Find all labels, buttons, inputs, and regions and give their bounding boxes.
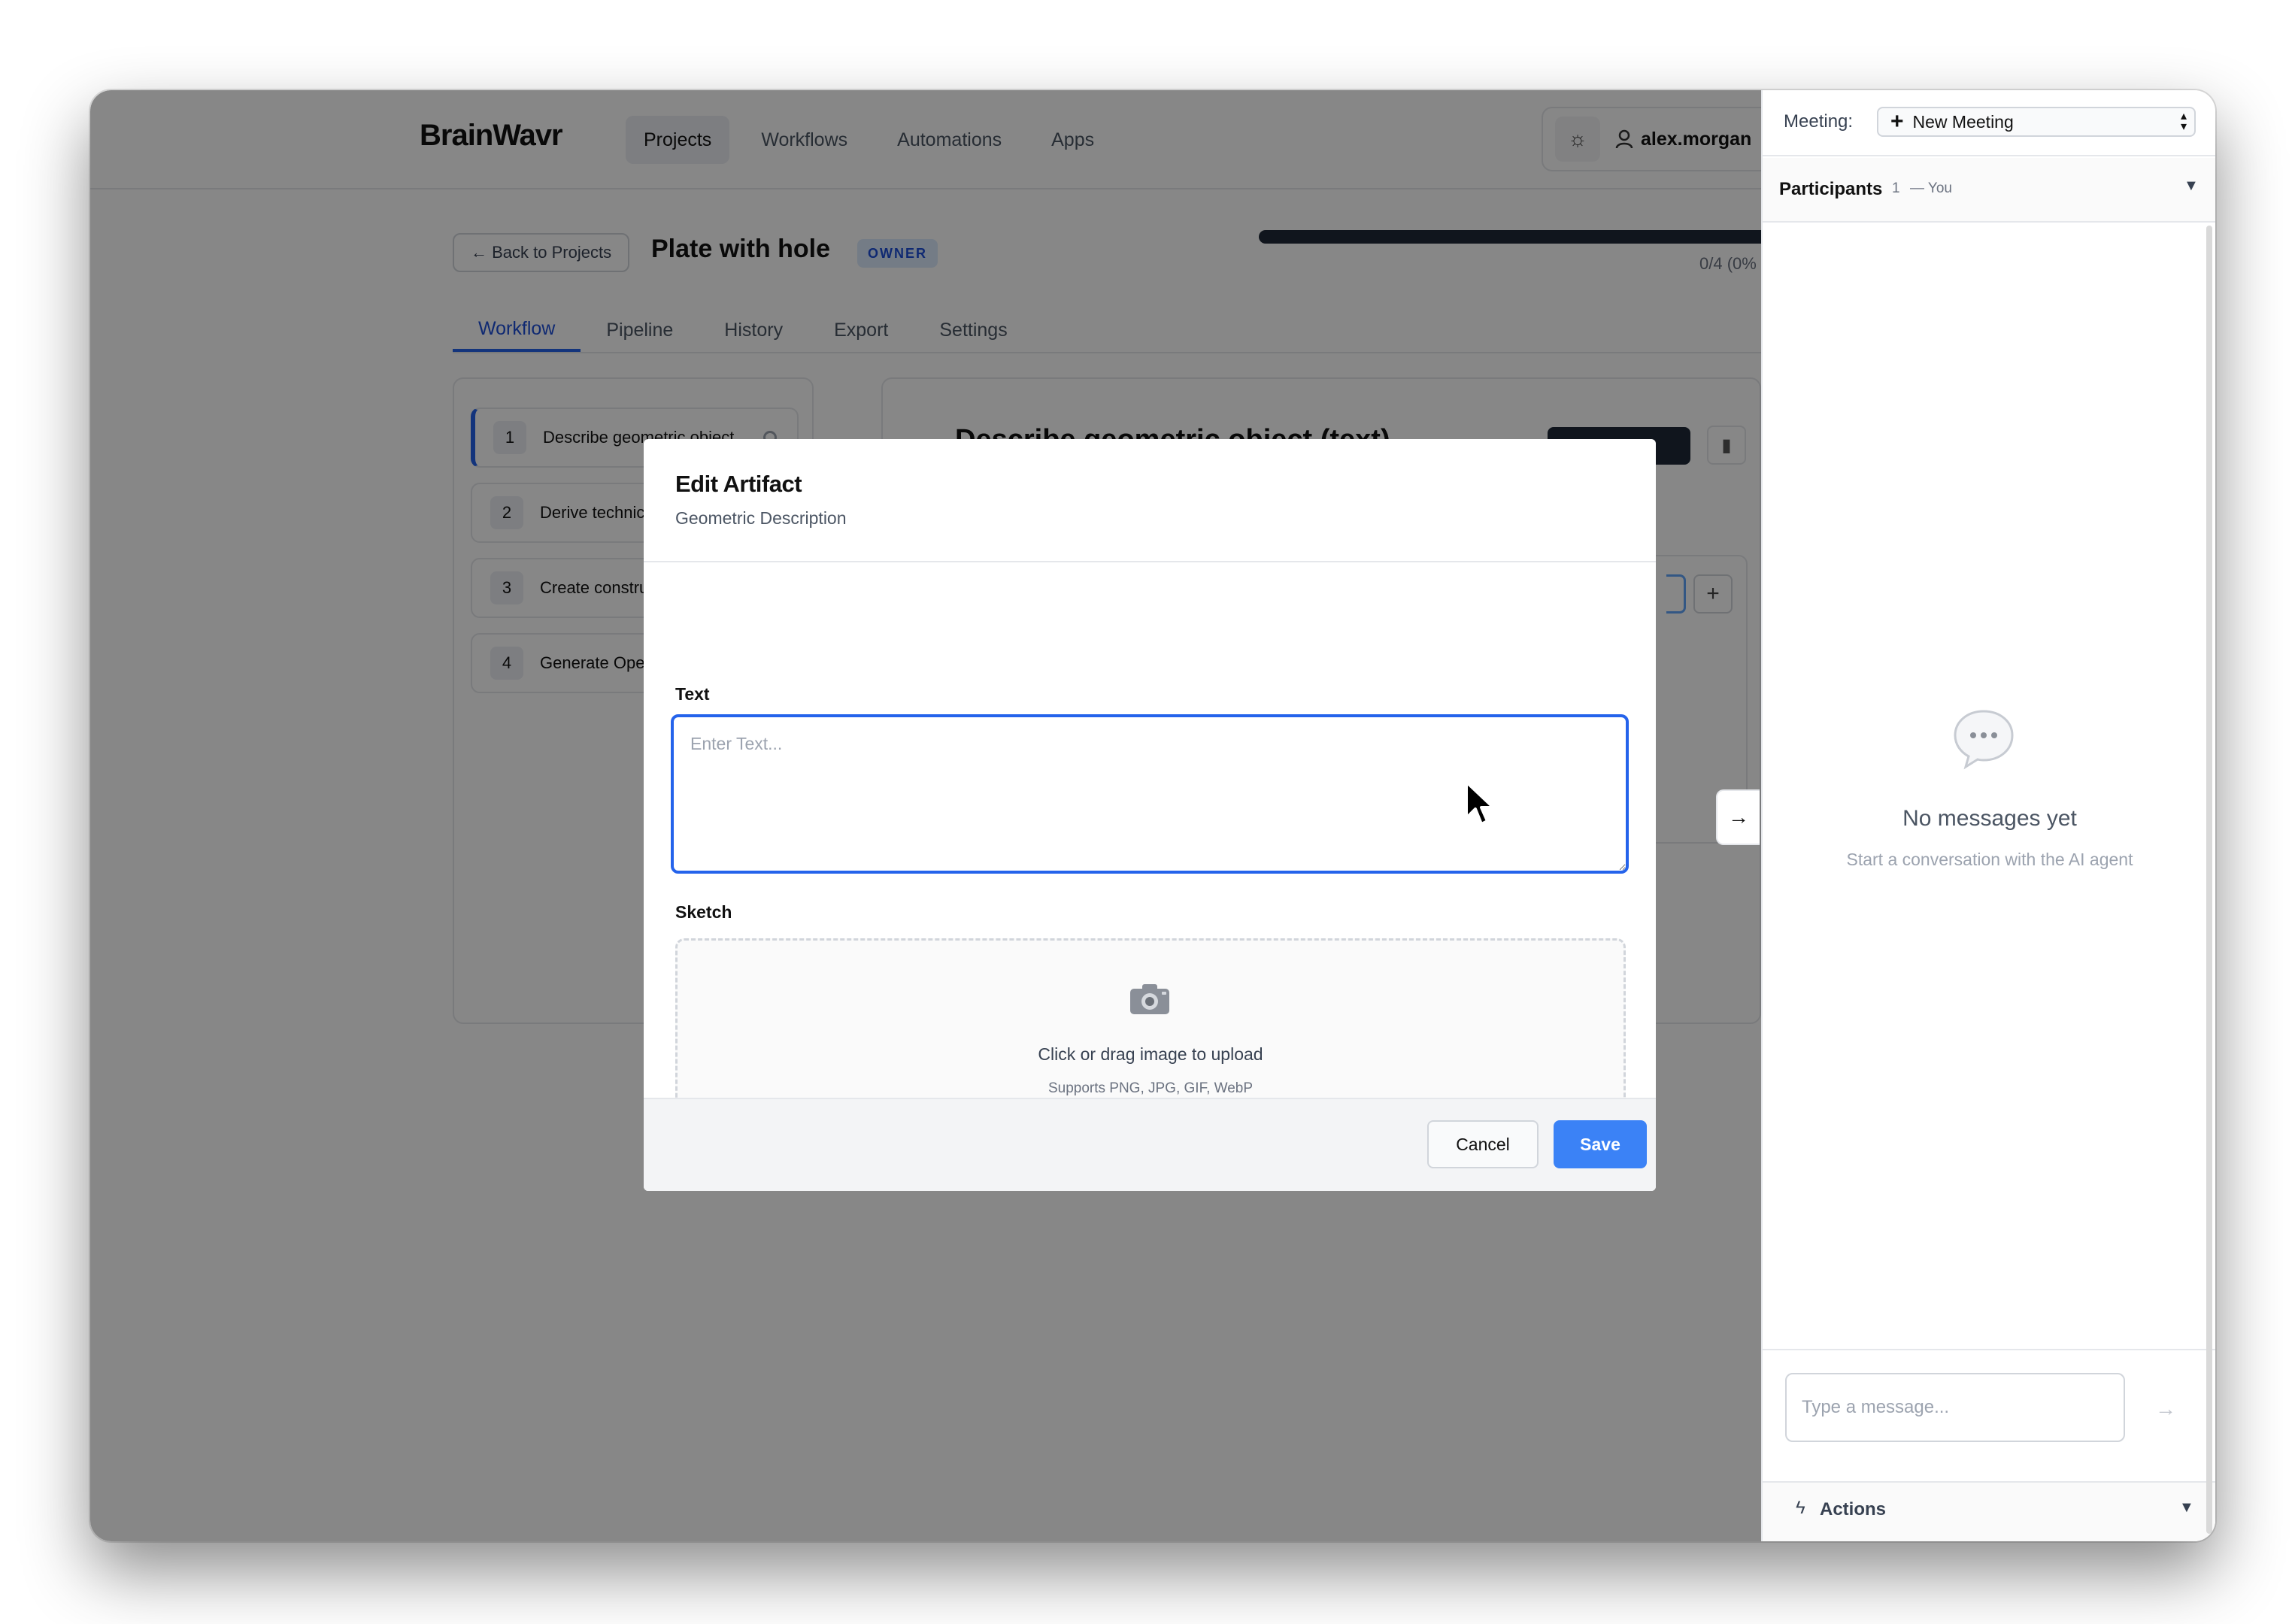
meeting-selected-value: New Meeting xyxy=(1912,111,2014,132)
meeting-select[interactable]: + New Meeting ▴ ▾ xyxy=(1877,107,2196,137)
lightning-icon: ϟ xyxy=(1796,1498,1805,1518)
composer-divider xyxy=(1763,1349,2215,1350)
main-app: BrainWavr Projects Workflows Automations… xyxy=(90,90,1790,1541)
dialog-title: Edit Artifact xyxy=(675,471,802,497)
mouse-cursor-icon xyxy=(1465,780,1495,826)
participants-count: 1 xyxy=(1892,180,1900,196)
actions-header[interactable]: ϟ Actions ▼ xyxy=(1763,1481,2215,1541)
upload-instructions: Click or drag image to upload xyxy=(1038,1044,1263,1064)
select-arrows-icon: ▴ ▾ xyxy=(2180,110,2187,133)
send-button[interactable]: → xyxy=(2148,1391,2184,1427)
dialog-subtitle: Geometric Description xyxy=(675,508,847,528)
meeting-label: Meeting: xyxy=(1784,111,1854,132)
chat-bubble-icon xyxy=(1954,710,2014,770)
empty-state-subtitle: Start a conversation with the AI agent xyxy=(1846,850,2133,869)
message-input[interactable] xyxy=(1785,1373,2125,1442)
edit-artifact-dialog: Edit Artifact Geometric Description Text… xyxy=(644,439,1656,1191)
dialog-divider xyxy=(644,561,1656,562)
meeting-selector-row: Meeting: + New Meeting ▴ ▾ xyxy=(1763,90,2215,156)
chevron-down-icon[interactable]: ▼ xyxy=(2179,1499,2194,1516)
upload-supported-formats: Supports PNG, JPG, GIF, WebP xyxy=(1047,1080,1254,1096)
participants-header[interactable]: Participants 1 — You ▼ xyxy=(1763,158,2215,223)
camera-icon xyxy=(1130,984,1169,1014)
text-field-label: Text xyxy=(675,684,710,704)
save-button[interactable]: Save xyxy=(1554,1120,1647,1168)
dialog-footer: Cancel Save xyxy=(644,1098,1656,1191)
chevron-down-icon[interactable]: ▼ xyxy=(2184,177,2199,195)
cancel-button[interactable]: Cancel xyxy=(1427,1120,1539,1168)
sketch-field-label: Sketch xyxy=(675,902,732,922)
ai-chat-sidebar: Meeting: + New Meeting ▴ ▾ Participants 1… xyxy=(1761,90,2215,1541)
plus-icon: + xyxy=(1890,109,1904,134)
send-arrow-icon: → xyxy=(2155,1397,2176,1420)
empty-state-title: No messages yet xyxy=(1902,806,2077,831)
actions-label: Actions xyxy=(1820,1499,1887,1519)
arrow-right-icon: → xyxy=(1728,805,1749,829)
collapse-sidebar-button[interactable]: → xyxy=(1716,789,1760,845)
participants-you: — You xyxy=(1910,180,1952,196)
sidebar-scrollbar[interactable] xyxy=(2206,226,2212,1534)
participants-label: Participants xyxy=(1779,179,1883,199)
app-window: BrainWavr Projects Workflows Automations… xyxy=(90,90,2215,1541)
